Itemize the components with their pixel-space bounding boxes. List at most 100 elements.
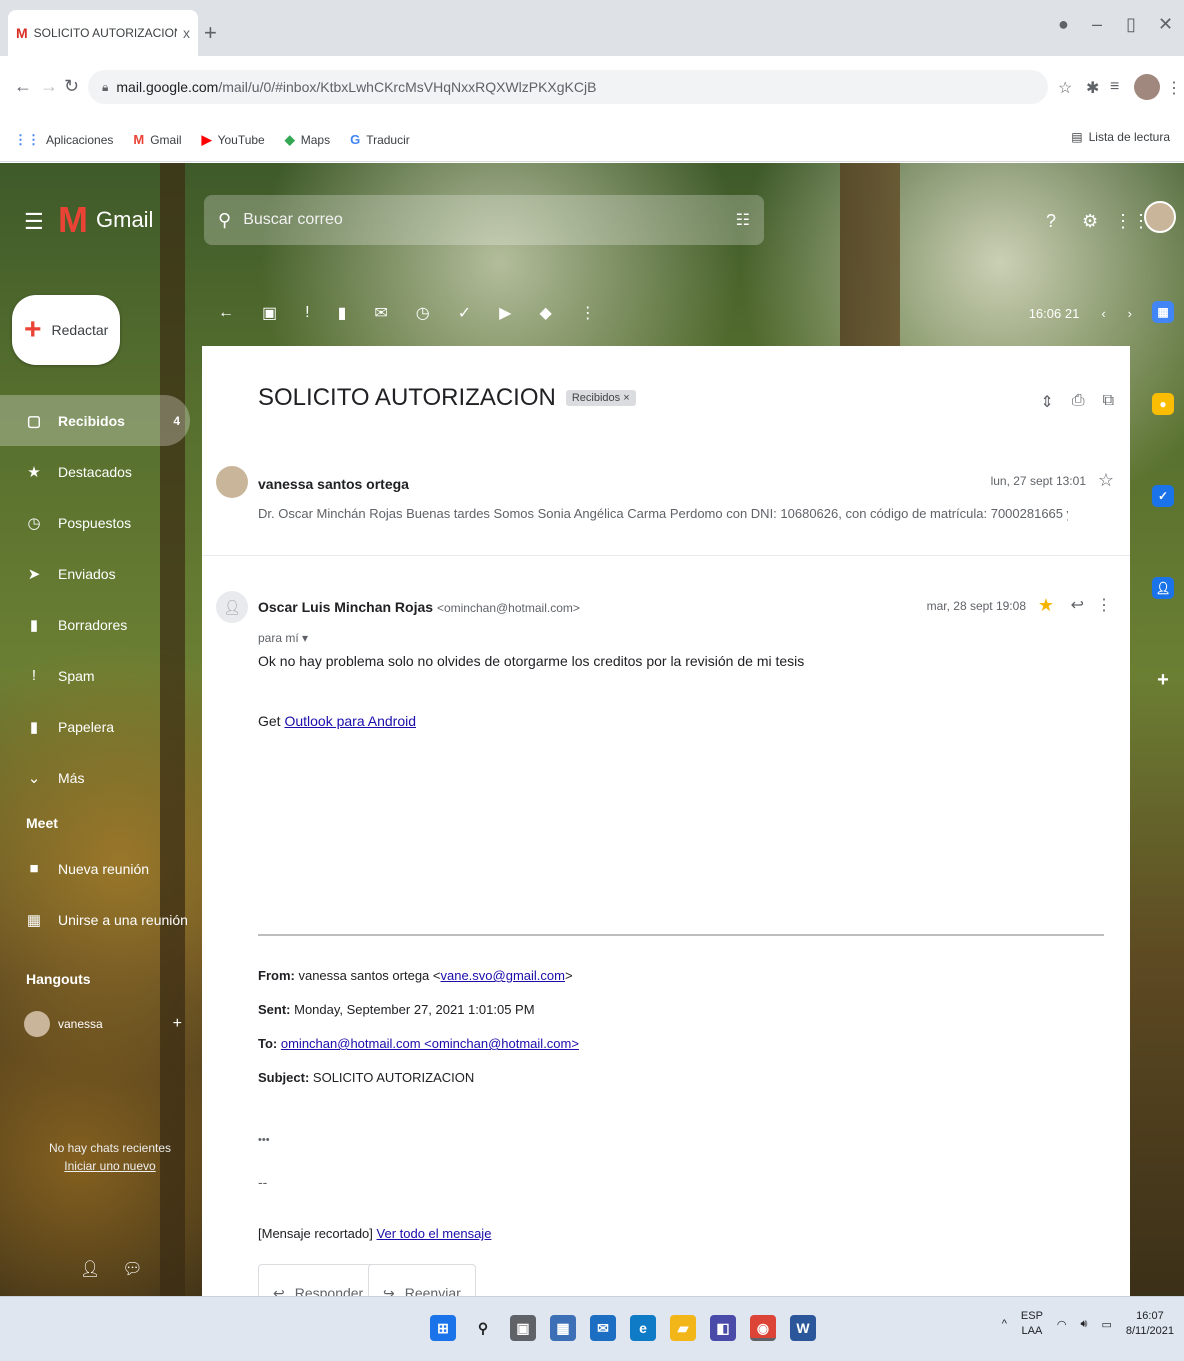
- tasks-icon[interactable]: ✓: [1152, 485, 1174, 507]
- reading-list-button[interactable]: ▤ Lista de lectura: [1071, 130, 1170, 144]
- archive-icon[interactable]: ▣: [262, 303, 277, 323]
- tab-close-icon[interactable]: x: [183, 25, 190, 41]
- chrome-profile-icon[interactable]: ●: [1058, 14, 1069, 35]
- bookmark-gmail[interactable]: M Gmail: [133, 132, 181, 147]
- bookmark-maps[interactable]: ◆ Maps: [285, 132, 330, 148]
- inbox-label-chip[interactable]: Recibidos ×: [565, 390, 636, 406]
- star-icon[interactable]: ☆: [1098, 470, 1114, 491]
- mail-app-icon[interactable]: ✉: [590, 1315, 616, 1341]
- clock[interactable]: 16:07 8/11/2021: [1126, 1309, 1174, 1339]
- battery-icon[interactable]: ▭: [1101, 1318, 1111, 1331]
- back-icon[interactable]: ←: [14, 76, 32, 97]
- sidebar-item-trash[interactable]: ▮ Papelera: [0, 701, 200, 752]
- label-icon[interactable]: ◆: [539, 303, 551, 323]
- hangout-user[interactable]: vanessa +: [0, 999, 200, 1049]
- tray-chevron-icon[interactable]: ^: [1002, 1318, 1007, 1330]
- bookmark-traducir[interactable]: G Traducir: [350, 132, 410, 147]
- profile-avatar[interactable]: [1134, 74, 1160, 100]
- search-icon[interactable]: ⚲: [218, 210, 231, 231]
- add-addon-icon[interactable]: +: [1152, 669, 1174, 691]
- reading-mode-icon[interactable]: ≡: [1110, 78, 1119, 96]
- address-bar[interactable]: 🔒︎ mail.google.com/mail/u/0/#inbox/KtbxL…: [88, 70, 1048, 104]
- keep-icon[interactable]: ●: [1152, 393, 1174, 415]
- more-actions-icon[interactable]: ⋮: [580, 303, 596, 323]
- prev-icon[interactable]: ‹: [1101, 306, 1105, 321]
- contacts-icon[interactable]: 👤︎: [1152, 577, 1174, 599]
- chrome-taskbar-icon[interactable]: ◉: [750, 1315, 776, 1341]
- sidebar-item-draft[interactable]: ▮ Borradores: [0, 599, 200, 650]
- task-view-icon[interactable]: ▣: [510, 1315, 536, 1341]
- new-tab-button[interactable]: +: [204, 20, 217, 46]
- youtube-icon: ▶: [201, 131, 212, 147]
- search-bar[interactable]: ⚲ Buscar correo ☷: [204, 195, 764, 245]
- quote-divider: [258, 934, 1104, 936]
- print-icon[interactable]: ⎙: [1072, 392, 1085, 412]
- to-email-link[interactable]: ominchan@hotmail.com <ominchan@hotmail.c…: [281, 1036, 579, 1051]
- help-icon[interactable]: ?: [1046, 211, 1056, 232]
- back-arrow-icon[interactable]: ←: [218, 304, 234, 322]
- expand-all-icon[interactable]: ⇕: [1040, 392, 1053, 412]
- close-window-icon[interactable]: ✕: [1158, 14, 1173, 35]
- minimize-icon[interactable]: –: [1092, 14, 1102, 35]
- menu-dots-icon[interactable]: ⋮: [1166, 78, 1182, 98]
- reload-icon[interactable]: ↻: [64, 76, 79, 97]
- maximize-icon[interactable]: ▯: [1126, 14, 1136, 35]
- reply-button[interactable]: ↩ Responder: [258, 1264, 379, 1296]
- next-icon[interactable]: ›: [1128, 306, 1132, 321]
- bookmark-star-icon[interactable]: ☆: [1058, 78, 1072, 98]
- add-task-icon[interactable]: ✓: [458, 303, 471, 323]
- tab-gmail[interactable]: M SOLICITO AUTORIZACION - vane x: [8, 10, 198, 56]
- collapsed-message[interactable]: vanessa santos ortega Dr. Oscar Minchán …: [202, 456, 1130, 556]
- compose-button[interactable]: + Redactar: [12, 295, 120, 365]
- store-icon[interactable]: ◧: [710, 1315, 736, 1341]
- meet-item-1[interactable]: ▦ Unirse a una reunión: [0, 894, 200, 945]
- wifi-icon[interactable]: ◠: [1057, 1318, 1067, 1331]
- calendar-icon[interactable]: ▦: [1152, 301, 1174, 323]
- search-options-icon[interactable]: ☷: [736, 210, 750, 230]
- show-trimmed-button[interactable]: •••: [258, 1134, 1108, 1146]
- meet-item-0[interactable]: ■ Nueva reunión: [0, 843, 200, 894]
- edge-icon[interactable]: e: [630, 1315, 656, 1341]
- person-icon[interactable]: 👤︎: [80, 1259, 100, 1279]
- move-to-icon[interactable]: ▶: [499, 303, 511, 323]
- bookmark-youtube[interactable]: ▶ YouTube: [202, 132, 265, 148]
- outlook-link[interactable]: Outlook para Android: [284, 713, 416, 729]
- chat-bubble-icon[interactable]: 💬︎: [122, 1259, 142, 1279]
- message-more-icon[interactable]: ⋮: [1096, 595, 1112, 615]
- star-filled-icon[interactable]: ★: [1038, 595, 1054, 616]
- sidebar-item-send[interactable]: ➤ Enviados: [0, 548, 200, 599]
- language-indicator[interactable]: ESP LAA: [1021, 1309, 1043, 1339]
- volume-icon[interactable]: 🔊︎: [1081, 1318, 1088, 1331]
- reply-icon[interactable]: ↩: [1071, 595, 1084, 615]
- forward-button[interactable]: ↪ Reenviar: [368, 1264, 476, 1296]
- sidebar-item-star[interactable]: ★ Destacados: [0, 446, 200, 497]
- sidebar-item-inbox[interactable]: ▢ Recibidos 4: [0, 395, 190, 446]
- report-spam-icon[interactable]: !: [305, 304, 309, 322]
- taskbar-search-icon[interactable]: ⚲: [470, 1315, 496, 1341]
- word-icon[interactable]: W: [790, 1315, 816, 1341]
- snooze-icon[interactable]: ◷: [416, 303, 430, 323]
- from-email-link[interactable]: vane.svo@gmail.com: [440, 968, 564, 983]
- start-windows-icon[interactable]: ⊞: [430, 1315, 456, 1341]
- settings-gear-icon[interactable]: ⚙: [1082, 211, 1098, 232]
- bookmark-aplicaciones[interactable]: ⋮⋮ Aplicaciones: [14, 132, 113, 148]
- sidebar-item-spam[interactable]: ! Spam: [0, 650, 200, 701]
- view-entire-message-link[interactable]: Ver todo el mensaje: [377, 1226, 492, 1241]
- search-input[interactable]: Buscar correo: [243, 211, 723, 229]
- sidebar-item-chevron-down[interactable]: ⌄ Más: [0, 752, 200, 803]
- add-chat-icon[interactable]: +: [173, 1015, 182, 1033]
- account-avatar[interactable]: [1144, 201, 1176, 233]
- delete-icon[interactable]: ▮: [338, 303, 347, 323]
- recipient-toggle[interactable]: para mí ▾: [258, 631, 308, 645]
- sidebar-item-clock[interactable]: ◷ Pospuestos: [0, 497, 200, 548]
- file-explorer-icon[interactable]: ▰: [670, 1315, 696, 1341]
- gmail-logo[interactable]: M Gmail: [58, 199, 153, 241]
- forward-icon[interactable]: →: [40, 76, 58, 97]
- widgets-icon[interactable]: ▦: [550, 1315, 576, 1341]
- open-new-window-icon[interactable]: ⧉: [1103, 392, 1114, 412]
- email-subject: SOLICITO AUTORIZACION: [258, 384, 556, 411]
- extensions-icon[interactable]: ✱: [1086, 78, 1099, 98]
- main-menu-icon[interactable]: ☰: [24, 209, 44, 235]
- start-chat-link[interactable]: Iniciar uno nuevo: [40, 1157, 180, 1175]
- mark-unread-icon[interactable]: ✉: [374, 303, 387, 323]
